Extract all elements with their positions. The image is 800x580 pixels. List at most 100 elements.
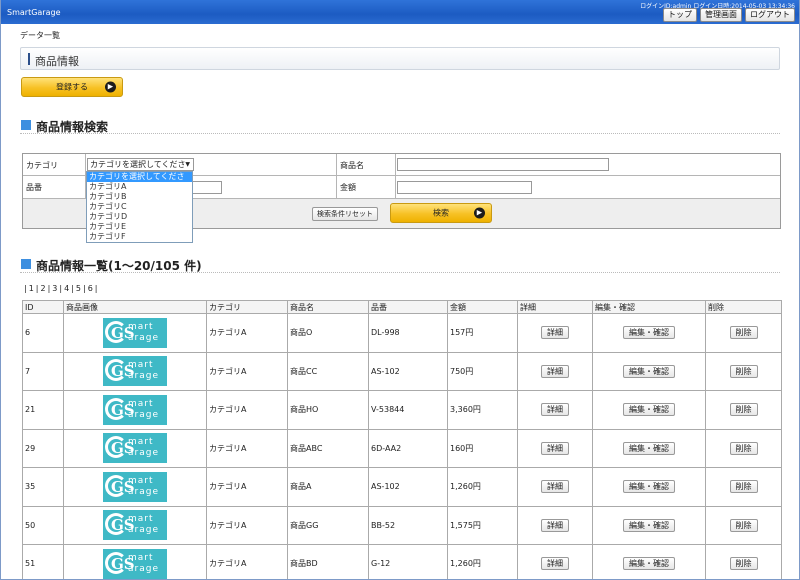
delete-button[interactable]: 削除 [729, 557, 758, 571]
smartgarage-logo-image: GS mart arage [103, 317, 167, 348]
edit-button[interactable]: 編集・確認 [623, 403, 675, 417]
row-delete-cell: 削除 [705, 351, 782, 391]
table-row: 51 GS mart arage カテゴリA 商品BD G-12 1,260円 詳細 編集・確認 削… [22, 544, 782, 579]
category-dropdown-list: カテゴリを選択してください カテゴリA カテゴリB カテゴリC カテゴリD カテ… [86, 171, 193, 243]
row-delete-cell: 削除 [705, 428, 782, 468]
category-option[interactable]: カテゴリA [87, 182, 192, 192]
row-id: 21 [22, 390, 64, 430]
row-edit-cell: 編集・確認 [592, 351, 706, 391]
row-price: 1,260円 [447, 467, 518, 507]
register-button[interactable]: 登録する ▶ [21, 77, 123, 97]
detail-button[interactable]: 詳細 [541, 480, 569, 494]
category-option[interactable]: カテゴリF [87, 232, 192, 242]
page-link[interactable]: 5 [75, 284, 82, 293]
table-row: 6 GS mart arage カテゴリA 商品O DL-998 157円 詳細 編集・確認 削除 [22, 313, 782, 353]
row-image: GS mart arage [63, 467, 207, 507]
edit-button[interactable]: 編集・確認 [623, 480, 675, 494]
row-price: 157円 [447, 313, 518, 353]
row-detail-cell: 詳細 [517, 467, 593, 507]
category-option[interactable]: カテゴリE [87, 222, 192, 232]
delete-button[interactable]: 削除 [729, 518, 758, 532]
row-price: 750円 [447, 351, 518, 391]
delete-button[interactable]: 削除 [729, 480, 758, 494]
delete-button[interactable]: 削除 [729, 364, 758, 378]
table-row: 29 GS mart arage カテゴリA 商品ABC 6D-AA2 160円 詳細 編集・確認… [22, 428, 782, 468]
detail-button[interactable]: 詳細 [541, 441, 569, 455]
row-category: カテゴリA [206, 351, 288, 391]
row-id: 51 [22, 544, 64, 579]
page-link[interactable]: 2 [40, 284, 47, 293]
top-button[interactable]: トップ [663, 8, 697, 22]
header: SmartGarage ログインID:admin ログイン日時:2014-05-… [1, 0, 799, 24]
detail-button[interactable]: 詳細 [541, 403, 569, 417]
code-label: 品番 [26, 183, 42, 192]
row-code: BB-52 [368, 505, 448, 545]
row-delete-cell: 削除 [705, 544, 782, 579]
search-button[interactable]: 検索 ▶ [390, 203, 492, 223]
row-id: 29 [22, 428, 64, 468]
page-link[interactable]: 3 [51, 284, 58, 293]
row-category: カテゴリA [206, 505, 288, 545]
edit-button[interactable]: 編集・確認 [623, 364, 675, 378]
row-name: 商品O [287, 313, 369, 353]
table-row: 21 GS mart arage カテゴリA 商品HO V-53844 3,360円 詳細 編集・… [22, 390, 782, 430]
category-option[interactable]: カテゴリD [87, 212, 192, 222]
name-label: 商品名 [340, 161, 364, 170]
detail-button[interactable]: 詳細 [541, 364, 569, 378]
detail-button[interactable]: 詳細 [541, 557, 569, 571]
row-name: 商品A [287, 467, 369, 507]
row-detail-cell: 詳細 [517, 544, 593, 579]
row-category: カテゴリA [206, 313, 288, 353]
arrow-right-icon: ▶ [105, 81, 116, 93]
col-delete: 削除 [705, 300, 782, 314]
row-image: GS mart arage [63, 428, 207, 468]
row-code: AS-102 [368, 351, 448, 391]
edit-button[interactable]: 編集・確認 [623, 441, 675, 455]
product-table: ID 商品画像 カテゴリ 商品名 品番 金額 詳細 編集・確認 削除 6 GS ma… [22, 300, 782, 579]
table-row: 7 GS mart arage カテゴリA 商品CC AS-102 750円 詳細 編集・確認 削除 [22, 351, 782, 391]
delete-button[interactable]: 削除 [729, 326, 758, 340]
edit-button[interactable]: 編集・確認 [623, 326, 675, 340]
row-delete-cell: 削除 [705, 467, 782, 507]
detail-button[interactable]: 詳細 [541, 518, 569, 532]
reset-search-button[interactable]: 検索条件リセット [312, 207, 378, 221]
admin-button[interactable]: 管理画面 [700, 8, 742, 22]
row-category: カテゴリA [206, 390, 288, 430]
list-section-header: 商品情報一覧(1～20/105 件) [20, 257, 780, 273]
row-name: 商品BD [287, 544, 369, 579]
row-image: GS mart arage [63, 390, 207, 430]
row-price: 1,260円 [447, 544, 518, 579]
name-input[interactable] [397, 158, 609, 171]
row-detail-cell: 詳細 [517, 313, 593, 353]
delete-button[interactable]: 削除 [729, 403, 758, 417]
delete-button[interactable]: 削除 [729, 441, 758, 455]
page-link[interactable]: 4 [63, 284, 70, 293]
row-category: カテゴリA [206, 544, 288, 579]
price-label: 金額 [340, 183, 356, 192]
category-option[interactable]: カテゴリC [87, 202, 192, 212]
row-code: AS-102 [368, 467, 448, 507]
detail-button[interactable]: 詳細 [541, 326, 569, 340]
category-label: カテゴリ [26, 161, 58, 170]
row-name: 商品ABC [287, 428, 369, 468]
app-title: SmartGarage [7, 8, 61, 17]
row-delete-cell: 削除 [705, 390, 782, 430]
category-option[interactable]: カテゴリB [87, 192, 192, 202]
page-link[interactable]: 6 [87, 284, 94, 293]
category-option[interactable]: カテゴリを選択してください [87, 172, 192, 191]
row-code: V-53844 [368, 390, 448, 430]
logout-button[interactable]: ログアウト [745, 8, 795, 22]
row-detail-cell: 詳細 [517, 428, 593, 468]
breadcrumb[interactable]: データ一覧 [20, 30, 60, 41]
edit-button[interactable]: 編集・確認 [623, 518, 675, 532]
row-id: 7 [22, 351, 64, 391]
row-detail-cell: 詳細 [517, 390, 593, 430]
caret-down-icon: ▼ [185, 161, 190, 168]
price-input[interactable] [397, 181, 532, 194]
row-detail-cell: 詳細 [517, 351, 593, 391]
category-select[interactable]: カテゴリを選択してください ▼ [87, 158, 194, 180]
row-detail-cell: 詳細 [517, 505, 593, 545]
page-link[interactable]: 1 [28, 284, 35, 293]
row-edit-cell: 編集・確認 [592, 544, 706, 579]
edit-button[interactable]: 編集・確認 [623, 557, 675, 571]
